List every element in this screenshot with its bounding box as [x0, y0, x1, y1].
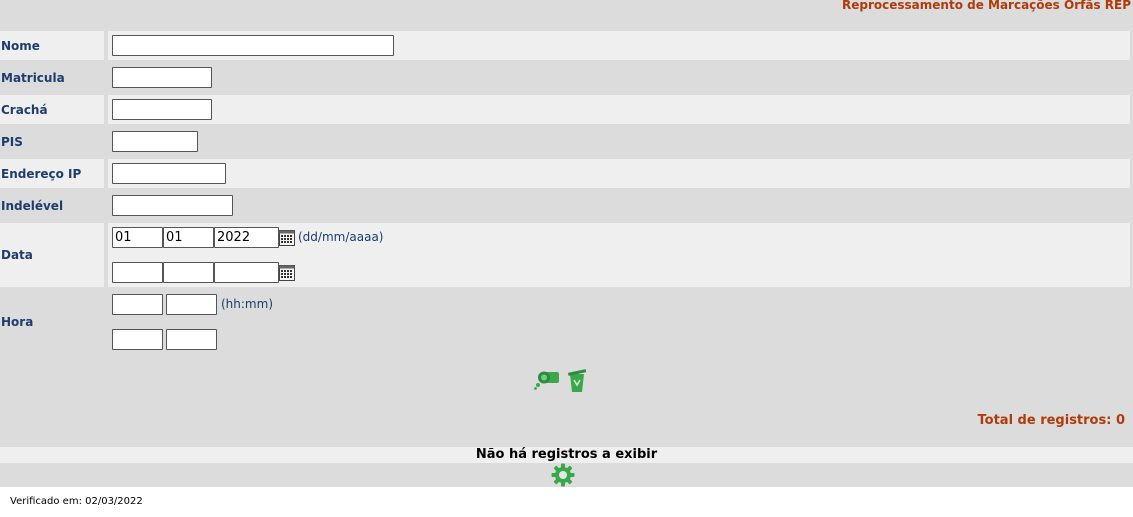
page-title: Reprocessamento de Marcações Orfãs REP	[842, 0, 1131, 12]
hora-label: Hora	[0, 289, 104, 355]
trash-icon[interactable]	[567, 367, 587, 393]
row-data: Data (dd/mm/aaaa)	[0, 223, 1130, 287]
hora-start-mm-input[interactable]	[166, 294, 217, 315]
nome-input[interactable]	[112, 35, 394, 56]
pis-label: PIS	[0, 126, 104, 157]
endereco-ip-input[interactable]	[112, 163, 226, 184]
calendar-icon[interactable]	[279, 265, 295, 281]
row-pis: PIS	[0, 126, 1130, 157]
hora-end-hh-input[interactable]	[112, 329, 163, 350]
hora-start-hh-input[interactable]	[112, 294, 163, 315]
row-hora: Hora (hh:mm)	[0, 289, 1130, 355]
matricula-label: Matricula	[0, 62, 104, 93]
pis-input[interactable]	[112, 131, 198, 152]
data-start-month-input[interactable]	[163, 227, 214, 248]
gear-icon[interactable]	[551, 463, 575, 487]
nome-label: Nome	[0, 31, 104, 60]
row-endereco-ip: Endereço IP	[0, 159, 1130, 188]
total-records: Total de registros: 0	[977, 413, 1125, 428]
cracha-input[interactable]	[112, 99, 212, 120]
data-end-day-input[interactable]	[112, 262, 163, 283]
data-end-month-input[interactable]	[163, 262, 214, 283]
hora-format-hint: (hh:mm)	[221, 297, 273, 311]
hora-end-mm-input[interactable]	[166, 329, 217, 350]
data-start-day-input[interactable]	[112, 227, 163, 248]
data-start-year-input[interactable]	[214, 227, 279, 248]
endereco-ip-label: Endereço IP	[0, 159, 104, 188]
data-format-hint: (dd/mm/aaaa)	[298, 230, 384, 244]
cracha-label: Crachá	[0, 95, 104, 124]
verified-date: Verificado em: 02/03/2022	[10, 496, 143, 507]
indelevel-input[interactable]	[112, 195, 233, 216]
empty-results-message: Não há registros a exibir	[475, 447, 658, 462]
row-matricula: Matricula	[0, 62, 1130, 93]
row-nome: Nome	[0, 31, 1130, 60]
action-buttons	[534, 366, 594, 394]
data-end-year-input[interactable]	[214, 262, 279, 283]
indelevel-label: Indelével	[0, 190, 104, 221]
row-cracha: Crachá	[0, 95, 1130, 124]
search-icon[interactable]	[534, 368, 562, 392]
calendar-icon[interactable]	[279, 230, 295, 246]
row-indelevel: Indelével	[0, 190, 1130, 221]
data-label: Data	[0, 223, 104, 287]
matricula-input[interactable]	[112, 67, 212, 88]
